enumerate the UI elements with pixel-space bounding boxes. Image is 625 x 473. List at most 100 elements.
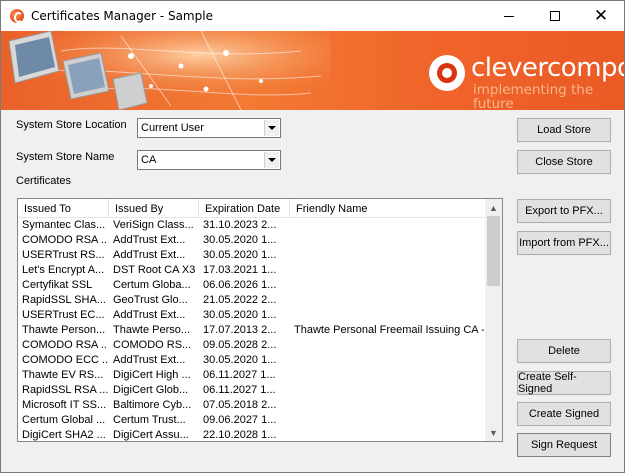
cell-issued-to: Certyfikat SSL xyxy=(22,279,93,291)
table-row[interactable]: Let's Encrypt A... DST Root CA X3 17.03.20… xyxy=(18,263,486,278)
certificates-label: Certificates xyxy=(16,175,72,187)
store-name-value: CA xyxy=(141,154,157,166)
cell-issued-to: Thawte EV RS... xyxy=(22,369,104,381)
table-row[interactable]: COMODO RSA ... COMODO RS... 09.05.2028 2..… xyxy=(18,338,486,353)
import-pfx-button[interactable]: Import from PFX... xyxy=(517,231,611,255)
app-window: Certificates Manager - Sample ✕ cleverco… xyxy=(0,0,625,473)
cell-friendly-name: Thawte Personal Freemail Issuing CA - T xyxy=(294,324,484,336)
cell-issued-by: AddTrust Ext... xyxy=(113,309,186,321)
cell-issued-to: COMODO RSA ... xyxy=(22,339,108,351)
create-self-signed-button[interactable]: Create Self-Signed xyxy=(517,371,611,395)
cell-issued-to: Certum Global ... xyxy=(22,414,106,426)
store-location-label: System Store Location xyxy=(16,119,127,131)
cell-issued-to: RapidSSL RSA ... xyxy=(22,384,108,396)
cell-issued-by: Thawte Perso... xyxy=(113,324,191,336)
cell-expiration-date: 31.10.2023 2... xyxy=(203,219,277,231)
cell-issued-by: GeoTrust Glo... xyxy=(113,294,188,306)
sign-request-button[interactable]: Sign Request xyxy=(517,433,611,457)
cell-expiration-date: 09.06.2027 1... xyxy=(203,414,277,426)
list-body: Symantec Clas... VeriSign Class... 31.10.2… xyxy=(18,218,486,441)
cell-issued-to: RapidSSL SHA... xyxy=(22,294,106,306)
load-store-button[interactable]: Load Store xyxy=(517,118,611,142)
column-header-friendly-name[interactable]: Friendly Name xyxy=(290,199,486,218)
maximize-icon xyxy=(550,11,560,21)
cell-expiration-date: 30.05.2020 1... xyxy=(203,354,277,366)
table-row[interactable]: Microsoft IT SS... Baltimore Cyb... 07.05.… xyxy=(18,398,486,413)
cell-issued-by: DigiCert Glob... xyxy=(113,384,189,396)
app-icon xyxy=(10,9,24,23)
export-pfx-button[interactable]: Export to PFX... xyxy=(517,199,611,223)
maximize-button[interactable] xyxy=(532,1,578,31)
table-row[interactable]: USERTrust EC... AddTrust Ext... 30.05.2020… xyxy=(18,308,486,323)
close-store-button[interactable]: Close Store xyxy=(517,150,611,174)
cell-issued-by: Certum Globa... xyxy=(113,279,191,291)
table-row[interactable]: USERTrust RS... AddTrust Ext... 30.05.2020… xyxy=(18,248,486,263)
cell-issued-to: Symantec Clas... xyxy=(22,219,106,231)
cell-issued-by: AddTrust Ext... xyxy=(113,354,186,366)
table-row[interactable]: RapidSSL SHA... GeoTrust Glo... 21.05.2022… xyxy=(18,293,486,308)
cell-expiration-date: 17.07.2013 2... xyxy=(203,324,277,336)
cell-issued-to: DigiCert SHA2 ... xyxy=(22,429,106,441)
chevron-down-icon[interactable] xyxy=(264,152,279,168)
cell-issued-to: COMODO RSA ... xyxy=(22,234,108,246)
store-location-value: Current User xyxy=(141,122,204,134)
table-row[interactable]: Certyfikat SSL Certum Globa... 06.06.2026 … xyxy=(18,278,486,293)
cell-expiration-date: 06.06.2026 1... xyxy=(203,279,277,291)
table-row[interactable]: Certum Global ... Certum Trust... 09.06.20… xyxy=(18,413,486,428)
delete-button[interactable]: Delete xyxy=(517,339,611,363)
cell-issued-by: DST Root CA X3 xyxy=(113,264,196,276)
table-row[interactable]: COMODO ECC ... AddTrust Ext... 30.05.2020 … xyxy=(18,353,486,368)
cell-issued-by: COMODO RS... xyxy=(113,339,192,351)
cell-issued-by: DigiCert High ... xyxy=(113,369,191,381)
header-banner: clevercomponents implementing the future xyxy=(1,31,624,110)
chevron-down-icon[interactable] xyxy=(264,120,279,136)
minimize-icon xyxy=(504,15,514,17)
cell-issued-to: Let's Encrypt A... xyxy=(22,264,105,276)
close-button[interactable]: ✕ xyxy=(578,1,624,31)
table-row[interactable]: Thawte EV RS... DigiCert High ... 06.11.20… xyxy=(18,368,486,383)
scroll-thumb[interactable] xyxy=(487,216,500,286)
brand-logo-icon xyxy=(429,55,465,91)
cell-expiration-date: 22.10.2028 1... xyxy=(203,429,277,441)
banner-illustration xyxy=(1,31,331,110)
create-signed-button[interactable]: Create Signed xyxy=(517,402,611,426)
scroll-up-icon[interactable]: ▲ xyxy=(485,199,502,216)
cell-expiration-date: 06.11.2027 1... xyxy=(203,369,276,381)
title-bar[interactable]: Certificates Manager - Sample ✕ xyxy=(1,1,624,31)
brand-name: clevercomponents xyxy=(471,53,624,83)
cell-issued-to: COMODO ECC ... xyxy=(22,354,108,366)
cell-expiration-date: 21.05.2022 2... xyxy=(203,294,277,306)
cell-expiration-date: 09.05.2028 2... xyxy=(203,339,277,351)
store-name-label: System Store Name xyxy=(16,151,115,163)
cell-expiration-date: 30.05.2020 1... xyxy=(203,309,277,321)
cell-issued-to: USERTrust RS... xyxy=(22,249,105,261)
column-header-issued-to[interactable]: Issued To xyxy=(18,199,109,218)
list-header: Issued To Issued By Expiration Date Frie… xyxy=(18,199,486,218)
brand-tagline: implementing the future xyxy=(473,82,594,110)
cell-expiration-date: 06.11.2027 1... xyxy=(203,384,276,396)
certificates-list[interactable]: Issued To Issued By Expiration Date Frie… xyxy=(17,198,503,442)
table-row[interactable]: RapidSSL RSA ... DigiCert Glob... 06.11.20… xyxy=(18,383,486,398)
cell-issued-to: Thawte Person... xyxy=(22,324,106,336)
table-row[interactable]: COMODO RSA ... AddTrust Ext... 30.05.2020 … xyxy=(18,233,486,248)
store-name-select[interactable]: CA xyxy=(137,150,281,170)
cell-expiration-date: 17.03.2021 1... xyxy=(203,264,277,276)
column-header-issued-by[interactable]: Issued By xyxy=(109,199,199,218)
table-row[interactable]: Thawte Person... Thawte Perso... 17.07.201… xyxy=(18,323,486,338)
cell-issued-to: USERTrust EC... xyxy=(22,309,105,321)
cell-expiration-date: 07.05.2018 2... xyxy=(203,399,277,411)
minimize-button[interactable] xyxy=(486,1,532,31)
cell-expiration-date: 30.05.2020 1... xyxy=(203,234,277,246)
cell-issued-by: AddTrust Ext... xyxy=(113,234,186,246)
cell-expiration-date: 30.05.2020 1... xyxy=(203,249,277,261)
table-row[interactable]: DigiCert SHA2 ... DigiCert Assu... 22.10.2… xyxy=(18,428,486,441)
close-icon: ✕ xyxy=(593,5,609,26)
cell-issued-by: AddTrust Ext... xyxy=(113,249,186,261)
vertical-scrollbar[interactable]: ▲ ▼ xyxy=(485,199,502,441)
scroll-down-icon[interactable]: ▼ xyxy=(485,424,502,441)
column-header-expiration-date[interactable]: Expiration Date xyxy=(199,199,290,218)
table-row[interactable]: Symantec Clas... VeriSign Class... 31.10.2… xyxy=(18,218,486,233)
cell-issued-by: Baltimore Cyb... xyxy=(113,399,192,411)
store-location-select[interactable]: Current User xyxy=(137,118,281,138)
cell-issued-by: DigiCert Assu... xyxy=(113,429,189,441)
